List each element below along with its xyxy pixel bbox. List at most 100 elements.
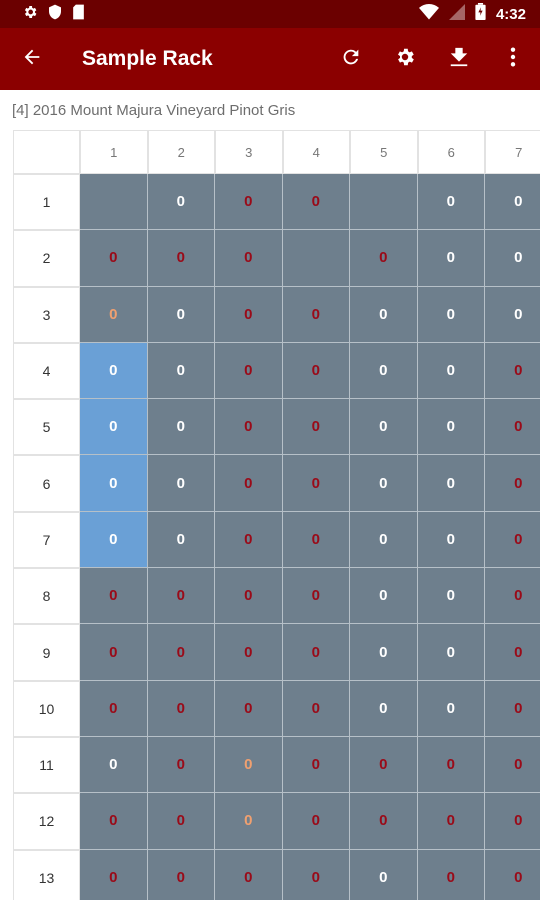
- rack-slot-bottle[interactable]: 0: [147, 342, 215, 400]
- rack-slot-bottle[interactable]: 0: [80, 399, 148, 456]
- rack-slot-bottle[interactable]: 0: [350, 399, 418, 456]
- rack-slot-bottle[interactable]: 0: [80, 511, 148, 569]
- rack-slot-bottle[interactable]: 0: [282, 793, 350, 850]
- rack-slot-bottle[interactable]: 0: [485, 511, 540, 569]
- rack-slot-bottle[interactable]: 0: [350, 680, 418, 737]
- rack-slot-bottle[interactable]: 0: [215, 342, 283, 400]
- rack-slot-bottle[interactable]: 0: [147, 568, 215, 625]
- rack-slot-empty[interactable]: [282, 230, 350, 287]
- rack-slot-bottle[interactable]: 0: [147, 174, 215, 231]
- rack-slot-bottle[interactable]: 0: [282, 399, 350, 456]
- rack-slot-bottle[interactable]: 0: [147, 736, 215, 794]
- rack-slot-bottle[interactable]: 0: [485, 342, 540, 400]
- rack-slot-bottle[interactable]: 0: [350, 286, 418, 343]
- rack-slot-bottle[interactable]: 0: [350, 455, 418, 512]
- rack-slot-bottle[interactable]: 0: [350, 624, 418, 681]
- rack-slot-bottle[interactable]: 0: [147, 680, 215, 737]
- rack-slot-bottle[interactable]: 0: [215, 624, 283, 681]
- refresh-button[interactable]: [324, 28, 378, 90]
- rack-slot-empty[interactable]: [350, 174, 418, 231]
- rack-slot-bottle[interactable]: 0: [417, 568, 485, 625]
- back-button[interactable]: [0, 28, 64, 90]
- rack-slot-bottle[interactable]: 0: [215, 174, 283, 231]
- rack-slot-bottle[interactable]: 0: [485, 286, 540, 343]
- rack-slot-bottle[interactable]: 0: [80, 455, 148, 512]
- rack-slot-bottle[interactable]: 0: [350, 736, 418, 794]
- rack-slot-bottle[interactable]: 0: [417, 230, 485, 287]
- rack-slot-bottle[interactable]: 0: [215, 455, 283, 512]
- rack-slot-bottle[interactable]: 0: [282, 849, 350, 900]
- rack-slot-empty[interactable]: [80, 174, 148, 231]
- rack-slot-bottle[interactable]: 0: [80, 230, 148, 287]
- rack-slot-bottle[interactable]: 0: [485, 680, 540, 737]
- rack-slot-bottle[interactable]: 0: [215, 230, 283, 287]
- rack-slot-bottle[interactable]: 0: [80, 736, 148, 794]
- rack-slot-bottle[interactable]: 0: [282, 174, 350, 231]
- rack-slot-bottle[interactable]: 0: [215, 736, 283, 794]
- rack-slot-bottle[interactable]: 0: [80, 849, 148, 900]
- overflow-menu-button[interactable]: [486, 28, 540, 90]
- rack-slot-bottle[interactable]: 0: [485, 230, 540, 287]
- rack-slot-bottle[interactable]: 0: [147, 399, 215, 456]
- rack-slot-bottle[interactable]: 0: [417, 399, 485, 456]
- row-header: 2: [13, 230, 80, 287]
- rack-slot-bottle[interactable]: 0: [417, 342, 485, 400]
- rack-slot-bottle[interactable]: 0: [147, 511, 215, 569]
- rack-slot-bottle[interactable]: 0: [147, 849, 215, 900]
- rack-slot-bottle[interactable]: 0: [485, 736, 540, 794]
- download-button[interactable]: [432, 28, 486, 90]
- rack-slot-bottle[interactable]: 0: [417, 736, 485, 794]
- rack-slot-bottle[interactable]: 0: [282, 736, 350, 794]
- rack-slot-bottle[interactable]: 0: [417, 286, 485, 343]
- rack-slot-bottle[interactable]: 0: [350, 793, 418, 850]
- rack-slot-bottle[interactable]: 0: [282, 624, 350, 681]
- rack-slot-bottle[interactable]: 0: [215, 568, 283, 625]
- rack-slot-bottle[interactable]: 0: [147, 624, 215, 681]
- rack-slot-bottle[interactable]: 0: [80, 624, 148, 681]
- rack-slot-bottle[interactable]: 0: [80, 286, 148, 343]
- rack-slot-bottle[interactable]: 0: [350, 342, 418, 400]
- column-header: 7: [485, 130, 540, 174]
- rack-slot-bottle[interactable]: 0: [485, 624, 540, 681]
- status-icons-left: [22, 4, 85, 25]
- rack-slot-bottle[interactable]: 0: [215, 511, 283, 569]
- rack-slot-bottle[interactable]: 0: [215, 849, 283, 900]
- rack-slot-bottle[interactable]: 0: [282, 342, 350, 400]
- rack-slot-bottle[interactable]: 0: [417, 511, 485, 569]
- rack-slot-bottle[interactable]: 0: [417, 793, 485, 850]
- rack-slot-bottle[interactable]: 0: [485, 849, 540, 900]
- settings-button[interactable]: [378, 28, 432, 90]
- rack-slot-bottle[interactable]: 0: [80, 793, 148, 850]
- rack-slot-bottle[interactable]: 0: [350, 849, 418, 900]
- rack-slot-bottle[interactable]: 0: [417, 680, 485, 737]
- rack-slot-bottle[interactable]: 0: [215, 793, 283, 850]
- rack-slot-bottle[interactable]: 0: [417, 174, 485, 231]
- rack-slot-bottle[interactable]: 0: [282, 286, 350, 343]
- rack-slot-bottle[interactable]: 0: [215, 680, 283, 737]
- rack-slot-bottle[interactable]: 0: [350, 568, 418, 625]
- rack-slot-bottle[interactable]: 0: [147, 455, 215, 512]
- rack-slot-bottle[interactable]: 0: [282, 680, 350, 737]
- rack-slot-bottle[interactable]: 0: [147, 230, 215, 287]
- rack-slot-bottle[interactable]: 0: [282, 455, 350, 512]
- rack-grid-viewport[interactable]: 1234567100000200000030000000400000005000…: [13, 130, 540, 900]
- rack-slot-bottle[interactable]: 0: [485, 793, 540, 850]
- rack-slot-bottle[interactable]: 0: [80, 342, 148, 400]
- rack-slot-bottle[interactable]: 0: [485, 174, 540, 231]
- rack-slot-bottle[interactable]: 0: [417, 455, 485, 512]
- rack-slot-bottle[interactable]: 0: [215, 399, 283, 456]
- rack-slot-bottle[interactable]: 0: [147, 286, 215, 343]
- rack-slot-bottle[interactable]: 0: [282, 511, 350, 569]
- rack-slot-bottle[interactable]: 0: [350, 511, 418, 569]
- rack-slot-bottle[interactable]: 0: [282, 568, 350, 625]
- rack-slot-bottle[interactable]: 0: [215, 286, 283, 343]
- rack-slot-bottle[interactable]: 0: [80, 680, 148, 737]
- rack-slot-bottle[interactable]: 0: [417, 624, 485, 681]
- rack-slot-bottle[interactable]: 0: [350, 230, 418, 287]
- rack-slot-bottle[interactable]: 0: [147, 793, 215, 850]
- rack-slot-bottle[interactable]: 0: [485, 455, 540, 512]
- rack-slot-bottle[interactable]: 0: [485, 568, 540, 625]
- rack-slot-bottle[interactable]: 0: [80, 568, 148, 625]
- rack-slot-bottle[interactable]: 0: [417, 849, 485, 900]
- rack-slot-bottle[interactable]: 0: [485, 399, 540, 456]
